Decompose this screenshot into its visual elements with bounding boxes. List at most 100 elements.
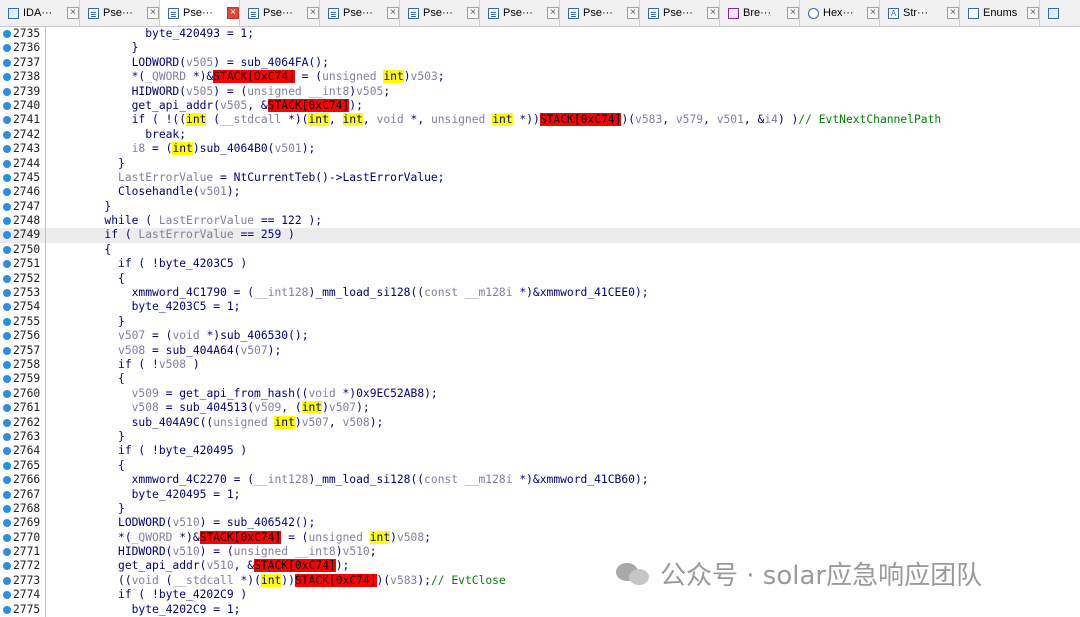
comment-token[interactable]: // EvtClose: [431, 574, 506, 587]
code-text[interactable]: }: [50, 157, 125, 171]
code-line[interactable]: 2739 HIDWORD(v505) = (unsigned __int8)v5…: [0, 84, 1080, 99]
variable-token[interactable]: unsigned: [309, 531, 363, 544]
tab-7[interactable]: Pse··· ×: [560, 0, 640, 26]
code-line[interactable]: 2746 Closehandle(v501);: [0, 185, 1080, 200]
code-token[interactable]: (: [159, 574, 173, 587]
code-token[interactable]: )sub_4064B0(: [193, 142, 275, 155]
code-token[interactable]: *)0x9EC52AB8);: [336, 387, 438, 400]
code-line[interactable]: 2769 LODWORD(v510) = sub_406542();: [0, 516, 1080, 531]
code-line[interactable]: 2775 byte_4202C9 = 1;: [0, 602, 1080, 617]
breakpoint-dot-icon[interactable]: [3, 87, 11, 96]
code-text[interactable]: ((void (__stdcall *)(int))STACK[0xC74])(…: [50, 573, 506, 588]
line-gutter[interactable]: 2750: [0, 242, 46, 258]
breakpoint-dot-icon[interactable]: [3, 576, 11, 585]
breakpoint-dot-icon[interactable]: [3, 260, 11, 269]
variable-token[interactable]: v501: [274, 142, 301, 155]
variable-token[interactable]: v507: [329, 401, 356, 414]
breakpoint-dot-icon[interactable]: [3, 490, 11, 499]
variable-token[interactable]: unsigned: [431, 113, 485, 126]
code-token[interactable]: sub_404A9C((: [50, 416, 214, 429]
line-gutter[interactable]: 2743: [0, 142, 46, 157]
code-token[interactable]: [50, 387, 132, 400]
tab-12[interactable]: Enums ×: [960, 0, 1040, 26]
code-token[interactable]: [50, 344, 118, 357]
breakpoint-dot-icon[interactable]: [3, 73, 11, 82]
code-line[interactable]: 2755 }: [0, 314, 1080, 330]
code-token[interactable]: )): [281, 574, 295, 587]
variable-token[interactable]: i4: [764, 113, 778, 126]
variable-token[interactable]: _QWORD: [145, 70, 186, 83]
close-icon[interactable]: ×: [147, 7, 159, 19]
code-token[interactable]: HIDWORD(: [50, 545, 172, 558]
code-line[interactable]: 2762 sub_404A9C((unsigned int)v507, v508…: [0, 415, 1080, 430]
keyword-token[interactable]: int: [369, 530, 391, 544]
breakpoint-dot-icon[interactable]: [3, 289, 11, 298]
variable-token[interactable]: __int128: [254, 286, 308, 299]
code-line[interactable]: 2753 xmmword_4C1790 = (__int128)_mm_load…: [0, 286, 1080, 301]
variable-token[interactable]: LastErrorValue: [159, 214, 254, 227]
line-gutter[interactable]: 2759: [0, 372, 46, 387]
line-gutter[interactable]: 2741: [0, 113, 46, 128]
line-gutter[interactable]: 2773: [0, 573, 46, 589]
breakpoint-dot-icon[interactable]: [3, 173, 11, 182]
line-gutter[interactable]: 2740: [0, 98, 46, 114]
code-token[interactable]: *)sub_406530();: [200, 329, 308, 342]
code-text[interactable]: xmmword_4C1790 = (__int128)_mm_load_si12…: [50, 286, 649, 300]
code-token[interactable]: *)): [513, 113, 539, 126]
line-gutter[interactable]: 2766: [0, 473, 46, 488]
code-token[interactable]: );: [336, 559, 350, 572]
code-token[interactable]: = (: [145, 329, 172, 342]
breakpoint-dot-icon[interactable]: [3, 346, 11, 355]
code-text[interactable]: v508 = sub_404513(v509, (int)v507);: [50, 401, 370, 415]
breakpoint-dot-icon[interactable]: [3, 130, 11, 139]
code-token[interactable]: if (: [50, 228, 138, 241]
breakpoint-dot-icon[interactable]: [3, 562, 11, 571]
breakpoint-dot-icon[interactable]: [3, 231, 11, 240]
code-text[interactable]: LODWORD(v505) = sub_4064FA();: [50, 56, 329, 70]
breakpoint-dot-icon[interactable]: [3, 476, 11, 485]
breakpoint-dot-icon[interactable]: [3, 116, 11, 125]
code-token[interactable]: }: [50, 157, 125, 170]
line-gutter[interactable]: 2772: [0, 559, 46, 574]
keyword-token[interactable]: int: [301, 401, 323, 415]
code-line[interactable]: 2759 {: [0, 372, 1080, 387]
variable-token[interactable]: const __m128i: [424, 286, 512, 299]
code-text[interactable]: if ( !byte_420495 ): [50, 444, 247, 458]
code-text[interactable]: sub_404A9C((unsigned int)v507, v508);: [50, 415, 383, 430]
code-line[interactable]: 2747 }: [0, 199, 1080, 215]
breakpoint-dot-icon[interactable]: [3, 145, 11, 154]
keyword-token[interactable]: int: [260, 573, 282, 587]
keyword-token[interactable]: int: [274, 415, 295, 429]
code-token[interactable]: = get_api_from_hash((: [159, 387, 309, 400]
code-token[interactable]: = (: [295, 70, 322, 83]
code-text[interactable]: {: [50, 272, 125, 286]
code-text[interactable]: break;: [50, 128, 186, 142]
code-line[interactable]: 2770 *(_QWORD *)&STACK[0xC74] = (unsigne…: [0, 530, 1080, 546]
breakpoint-dot-icon[interactable]: [3, 245, 11, 254]
line-gutter[interactable]: 2765: [0, 458, 46, 474]
variable-token[interactable]: v505: [186, 56, 213, 69]
code-token[interactable]: [50, 329, 118, 342]
breakpoint-dot-icon[interactable]: [3, 44, 11, 53]
code-token[interactable]: if ( !((: [50, 113, 186, 126]
tab-9[interactable]: Bre··· ×: [720, 0, 800, 26]
breakpoint-dot-icon[interactable]: [3, 418, 11, 427]
code-token[interactable]: xmmword_4C1790 = (: [50, 286, 254, 299]
tab-4[interactable]: Pse··· ×: [320, 0, 400, 26]
variable-token[interactable]: i8: [132, 142, 146, 155]
code-token[interactable]: );: [268, 344, 282, 357]
variable-token[interactable]: v507: [118, 329, 145, 342]
code-line[interactable]: 2754 byte_4203C5 = 1;: [0, 300, 1080, 315]
variable-token[interactable]: v509: [254, 401, 281, 414]
breakpoint-dot-icon[interactable]: [3, 30, 11, 38]
variable-token[interactable]: v509: [132, 387, 159, 400]
code-text[interactable]: byte_4202C9 = 1;: [50, 603, 241, 617]
variable-token[interactable]: _QWORD: [132, 531, 173, 544]
variable-token[interactable]: v508: [159, 358, 186, 371]
code-text[interactable]: if ( LastErrorValue == 259 ): [50, 228, 294, 242]
code-text[interactable]: if ( !byte_4203C5 ): [50, 257, 247, 271]
variable-token[interactable]: v501: [717, 113, 744, 126]
code-token[interactable]: [50, 401, 132, 414]
breakpoint-dot-icon[interactable]: [3, 461, 11, 470]
code-text[interactable]: if ( !v508 ): [50, 358, 200, 372]
